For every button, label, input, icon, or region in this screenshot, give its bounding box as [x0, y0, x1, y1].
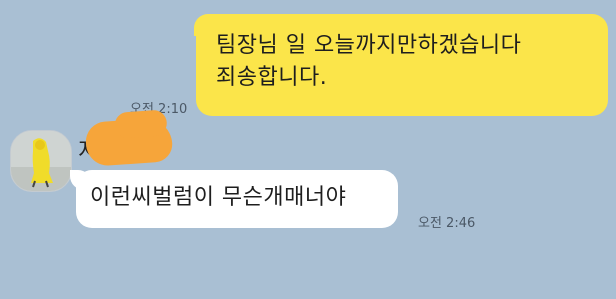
outgoing-message-bubble[interactable]: 팀장님 일 오늘까지만하겠습니다 죄송합니다.	[194, 14, 608, 116]
sender-avatar[interactable]	[10, 130, 72, 192]
incoming-message-bubble[interactable]: 이런씨벌럼이 무슨개매너야	[70, 170, 398, 228]
outgoing-message-text: 팀장님 일 오늘까지만하겠습니다 죄송합니다.	[216, 33, 522, 90]
avatar-photo-icon	[11, 131, 71, 191]
chat-area: 오전 2:10 팀장님 일 오늘까지만하겠습니다 죄송합니다. 지 이런씨벌럼이…	[0, 0, 616, 299]
incoming-message-text: 이런씨벌럼이 무슨개매너야	[90, 185, 347, 210]
sender-name-redaction	[84, 117, 174, 167]
incoming-timestamp: 오전 2:46	[418, 216, 476, 231]
